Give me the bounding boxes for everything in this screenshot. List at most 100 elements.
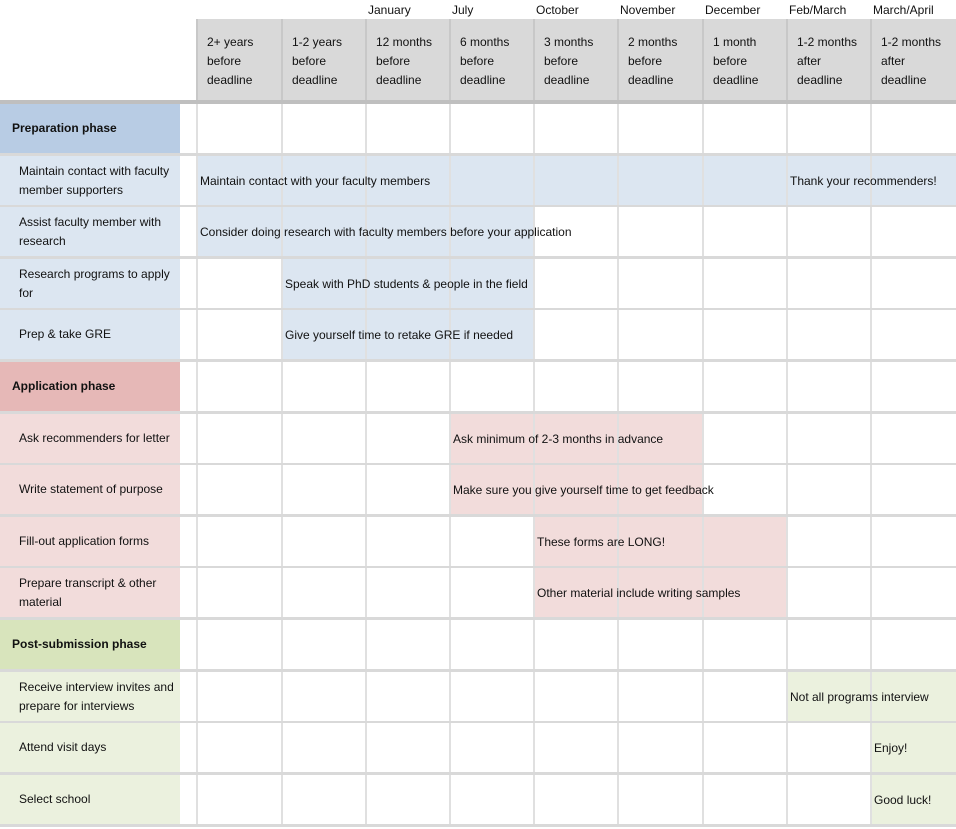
month-label: January [368, 3, 411, 17]
timeline-cell [365, 723, 449, 772]
timeline-cell [365, 620, 449, 669]
task-row: Prep & take GRE Give yourself time to ret… [0, 310, 956, 362]
timeline-cell-filled [617, 156, 702, 205]
column-header: 1-2 months after deadline [786, 19, 870, 102]
timeline-cell [196, 310, 281, 359]
timeline-note: Thank your recommenders! [790, 173, 937, 188]
gutter [180, 465, 196, 514]
task-label: Receive interview invites and prepare fo… [0, 672, 180, 721]
timeline-cell [533, 104, 617, 153]
timeline-cell [702, 362, 786, 411]
timeline-cell [786, 362, 870, 411]
timeline-cell [196, 465, 281, 514]
timeline-cell [281, 620, 365, 669]
task-row: Attend visit days Enjoy! [0, 723, 956, 775]
gutter [180, 104, 196, 153]
task-row: Prepare transcript & other material Other… [0, 568, 956, 620]
timeline-cell [617, 310, 702, 359]
task-row: Research programs to apply for Speak with… [0, 259, 956, 311]
timeline-cell [870, 414, 956, 463]
timeline-cell [196, 672, 281, 721]
phase-label: Post-submission phase [0, 620, 180, 669]
gutter [180, 775, 196, 824]
timeline-cell [533, 775, 617, 824]
timeline-note: Maintain contact with your faculty membe… [200, 173, 431, 188]
timeline-cell [533, 259, 617, 308]
timeline-cell [281, 465, 365, 514]
timeline-cell [786, 723, 870, 772]
timeline-cell [617, 207, 702, 256]
timeline-note: Good luck! [874, 792, 932, 807]
task-label: Prepare transcript & other material [0, 568, 180, 617]
task-label: Attend visit days [0, 723, 180, 772]
timeline-cell [702, 104, 786, 153]
timeline-cell [870, 310, 956, 359]
timeline-cell [617, 775, 702, 824]
timeline-cell-filled [533, 156, 617, 205]
column-header: 3 months before deadline [533, 19, 617, 102]
timeline-cell [449, 104, 533, 153]
timeline-cell [281, 775, 365, 824]
timeline-cell [702, 207, 786, 256]
timeline-cell [449, 723, 533, 772]
column-header: 1-2 years before deadline [281, 19, 365, 102]
task-row: Assist faculty member with research Consi… [0, 207, 956, 259]
timeline-cell [281, 723, 365, 772]
timeline-note: Give yourself time to retake GRE if need… [285, 327, 514, 342]
timeline-cell [702, 723, 786, 772]
timeline-cell [196, 568, 281, 617]
timeline-cell [786, 620, 870, 669]
timeline-cell [449, 568, 533, 617]
timeline-cell [196, 775, 281, 824]
task-label: Ask recommenders for letter [0, 414, 180, 463]
gutter [180, 568, 196, 617]
timeline-cell [702, 620, 786, 669]
gutter [180, 207, 196, 256]
timeline-cell [365, 517, 449, 566]
month-label: October [536, 3, 579, 17]
timeline-cell [870, 104, 956, 153]
timeline-cell [870, 259, 956, 308]
task-label: Prep & take GRE [0, 310, 180, 359]
column-header: 2 months before deadline [617, 19, 702, 102]
timeline-cell [365, 775, 449, 824]
timeline-cell [281, 362, 365, 411]
timeline-cell [196, 620, 281, 669]
timeline-cell [533, 723, 617, 772]
column-header: 12 months before deadline [365, 19, 449, 102]
timeline-cell [870, 465, 956, 514]
timeline-cell [533, 620, 617, 669]
task-label: Fill-out application forms [0, 517, 180, 566]
timeline-cell [365, 465, 449, 514]
month-label: July [452, 3, 474, 17]
timeline-cell [196, 259, 281, 308]
task-row: Fill-out application forms These forms ar… [0, 517, 956, 569]
timeline-cell [196, 723, 281, 772]
timeline-cell [449, 362, 533, 411]
timeline-cell [196, 517, 281, 566]
month-label: December [705, 3, 761, 17]
task-label: Maintain contact with faculty member sup… [0, 156, 180, 205]
timeline-cell-filled [702, 156, 786, 205]
timeline-note: Not all programs interview [790, 689, 929, 704]
gutter [180, 259, 196, 308]
timeline-cell [617, 259, 702, 308]
timeline-cell [617, 672, 702, 721]
timeline-cell [365, 362, 449, 411]
gutter [180, 362, 196, 411]
timeline-cell [786, 104, 870, 153]
gutter [180, 723, 196, 772]
timeline-note: Speak with PhD students & people in the … [285, 276, 528, 291]
timeline-cell [702, 414, 786, 463]
column-header: 1 month before deadline [702, 19, 786, 102]
timeline-cell [870, 620, 956, 669]
month-label: Feb/March [789, 3, 847, 17]
timeline-cell [702, 672, 786, 721]
task-label: Research programs to apply for [0, 259, 180, 308]
phase-label: Application phase [0, 362, 180, 411]
timeline-cell [365, 104, 449, 153]
task-row: Select school Good luck! [0, 775, 956, 827]
timeline-cell [786, 465, 870, 514]
month-labels: January July October November December Feb/Ma… [0, 0, 956, 19]
timeline-cell [196, 104, 281, 153]
